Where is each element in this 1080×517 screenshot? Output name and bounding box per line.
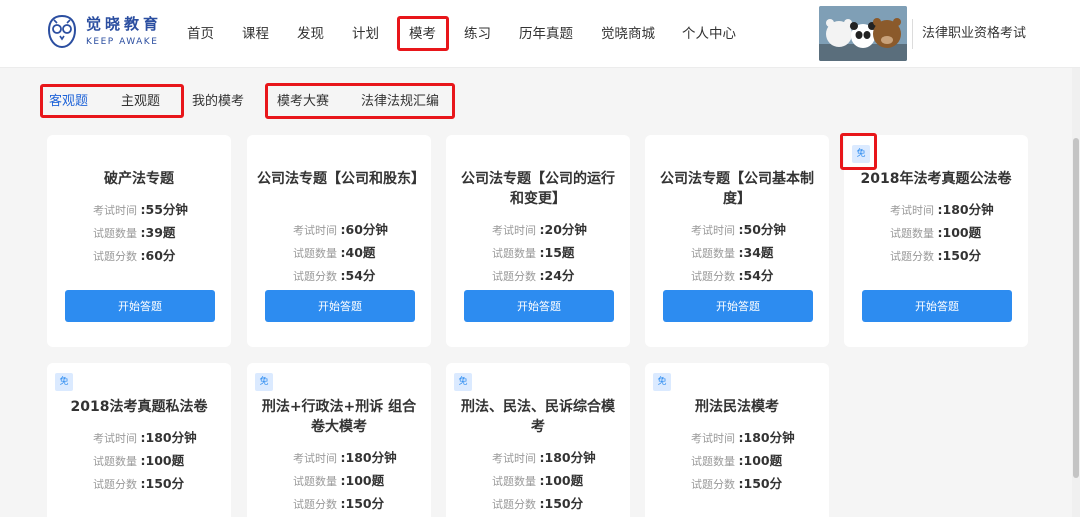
exam-card: 公司法专题【公司和股东】 考试时间 :60分钟 试题数量 :40题 试题分数 :…	[247, 135, 431, 347]
exam-card: 免 刑法+行政法+刑诉 组合卷大模考 考试时间 :180分钟 试题数量 :100…	[247, 363, 431, 517]
exam-type-selector[interactable]: 法律职业资格考试	[922, 24, 1026, 44]
start-exam-button[interactable]: 开始答题	[265, 290, 415, 322]
start-exam-button[interactable]: 开始答题	[464, 290, 614, 322]
nav-discover[interactable]: 发现	[297, 24, 324, 44]
question-count: 试题数量 :15题	[492, 245, 575, 260]
exam-card: 免 2018年法考真题公法卷 考试时间 :180分钟 试题数量 :100题 试题…	[840, 133, 1028, 347]
card-title: 破产法专题	[104, 171, 174, 187]
question-count: 试题数量 :39题	[93, 225, 176, 240]
start-exam-button[interactable]: 开始答题	[663, 290, 813, 322]
card-title: 公司法专题【公司的运行和变更】	[461, 171, 615, 207]
card-title: 刑法+行政法+刑诉 组合卷大模考	[261, 399, 417, 435]
question-count: 试题数量 :100题	[890, 225, 982, 240]
question-count: 试题数量 :34题	[691, 245, 774, 260]
scrollbar-thumb[interactable]	[1073, 138, 1079, 478]
card-title: 刑法民法模考	[695, 399, 779, 415]
exam-time: 考试时间 :180分钟	[93, 430, 197, 445]
exam-time: 考试时间 :180分钟	[293, 450, 397, 465]
nav-practice[interactable]: 练习	[464, 24, 491, 44]
exam-card: 免 刑法民法模考 考试时间 :180分钟 试题数量 :100题 试题分数 :15…	[645, 363, 829, 517]
total-score: 试题分数 :60分	[93, 248, 176, 263]
exam-time: 考试时间 :50分钟	[691, 222, 786, 237]
top-header: 觉晓教育 KEEP AWAKE 首页 课程 发现 计划 模考 练习 历年真题 觉…	[0, 0, 1080, 68]
start-exam-button[interactable]: 开始答题	[862, 290, 1012, 322]
highlight-box-mock-exam	[397, 16, 449, 51]
card-title: 刑法、民法、民诉综合模考	[461, 399, 615, 435]
brand-name-en: KEEP AWAKE	[86, 37, 159, 47]
user-avatar[interactable]	[819, 6, 907, 61]
nav-plan[interactable]: 计划	[352, 24, 379, 44]
nav-profile[interactable]: 个人中心	[682, 24, 736, 44]
exam-card: 公司法专题【公司基本制度】 考试时间 :50分钟 试题数量 :34题 试题分数 …	[645, 135, 829, 347]
free-badge: 免	[255, 373, 273, 391]
free-badge: 免	[454, 373, 472, 391]
exam-card: 免 刑法、民法、民诉综合模考 考试时间 :180分钟 试题数量 :100题 试题…	[446, 363, 630, 517]
free-badge: 免	[55, 373, 73, 391]
exam-time: 考试时间 :60分钟	[293, 222, 388, 237]
total-score: 试题分数 :24分	[492, 268, 575, 283]
question-count: 试题数量 :40题	[293, 245, 376, 260]
page-scrollbar[interactable]	[1072, 68, 1080, 517]
total-score: 试题分数 :150分	[691, 476, 783, 491]
header-divider	[912, 19, 913, 49]
highlight-box-free-badge	[840, 133, 877, 170]
total-score: 试题分数 :150分	[492, 496, 584, 511]
brand-logo[interactable]: 觉晓教育 KEEP AWAKE	[46, 14, 162, 50]
question-count: 试题数量 :100题	[492, 473, 584, 488]
owl-logo-icon	[47, 14, 77, 49]
total-score: 试题分数 :150分	[293, 496, 385, 511]
start-exam-button[interactable]: 开始答题	[65, 290, 215, 322]
exam-card: 公司法专题【公司的运行和变更】 考试时间 :20分钟 试题数量 :15题 试题分…	[446, 135, 630, 347]
total-score: 试题分数 :54分	[293, 268, 376, 283]
nav-home[interactable]: 首页	[187, 24, 214, 44]
tab-my-mock[interactable]: 我的模考	[192, 92, 244, 112]
highlight-box-question-type	[40, 84, 184, 118]
total-score: 试题分数 :150分	[890, 248, 982, 263]
nav-mall[interactable]: 觉晓商城	[601, 24, 655, 44]
nav-courses[interactable]: 课程	[242, 24, 269, 44]
highlight-box-contest	[265, 83, 455, 119]
exam-time: 考试时间 :180分钟	[492, 450, 596, 465]
total-score: 试题分数 :54分	[691, 268, 774, 283]
exam-time: 考试时间 :55分钟	[93, 202, 188, 217]
brand-name-cn: 觉晓教育	[86, 15, 163, 33]
nav-past-papers[interactable]: 历年真题	[519, 24, 573, 44]
bears-avatar-icon	[819, 6, 907, 61]
question-count: 试题数量 :100题	[691, 453, 783, 468]
question-count: 试题数量 :100题	[93, 453, 185, 468]
free-badge: 免	[653, 373, 671, 391]
exam-time: 考试时间 :180分钟	[691, 430, 795, 445]
exam-card: 破产法专题 考试时间 :55分钟 试题数量 :39题 试题分数 :60分 开始答…	[47, 135, 231, 347]
exam-card: 免 2018法考真题私法卷 考试时间 :180分钟 试题数量 :100题 试题分…	[47, 363, 231, 517]
exam-time: 考试时间 :180分钟	[890, 202, 994, 217]
card-title: 公司法专题【公司和股东】	[257, 171, 425, 187]
card-title: 2018年法考真题公法卷	[860, 171, 1012, 187]
total-score: 试题分数 :150分	[93, 476, 185, 491]
card-title: 公司法专题【公司基本制度】	[660, 171, 814, 207]
card-title: 2018法考真题私法卷	[70, 399, 208, 415]
question-count: 试题数量 :100题	[293, 473, 385, 488]
exam-time: 考试时间 :20分钟	[492, 222, 587, 237]
